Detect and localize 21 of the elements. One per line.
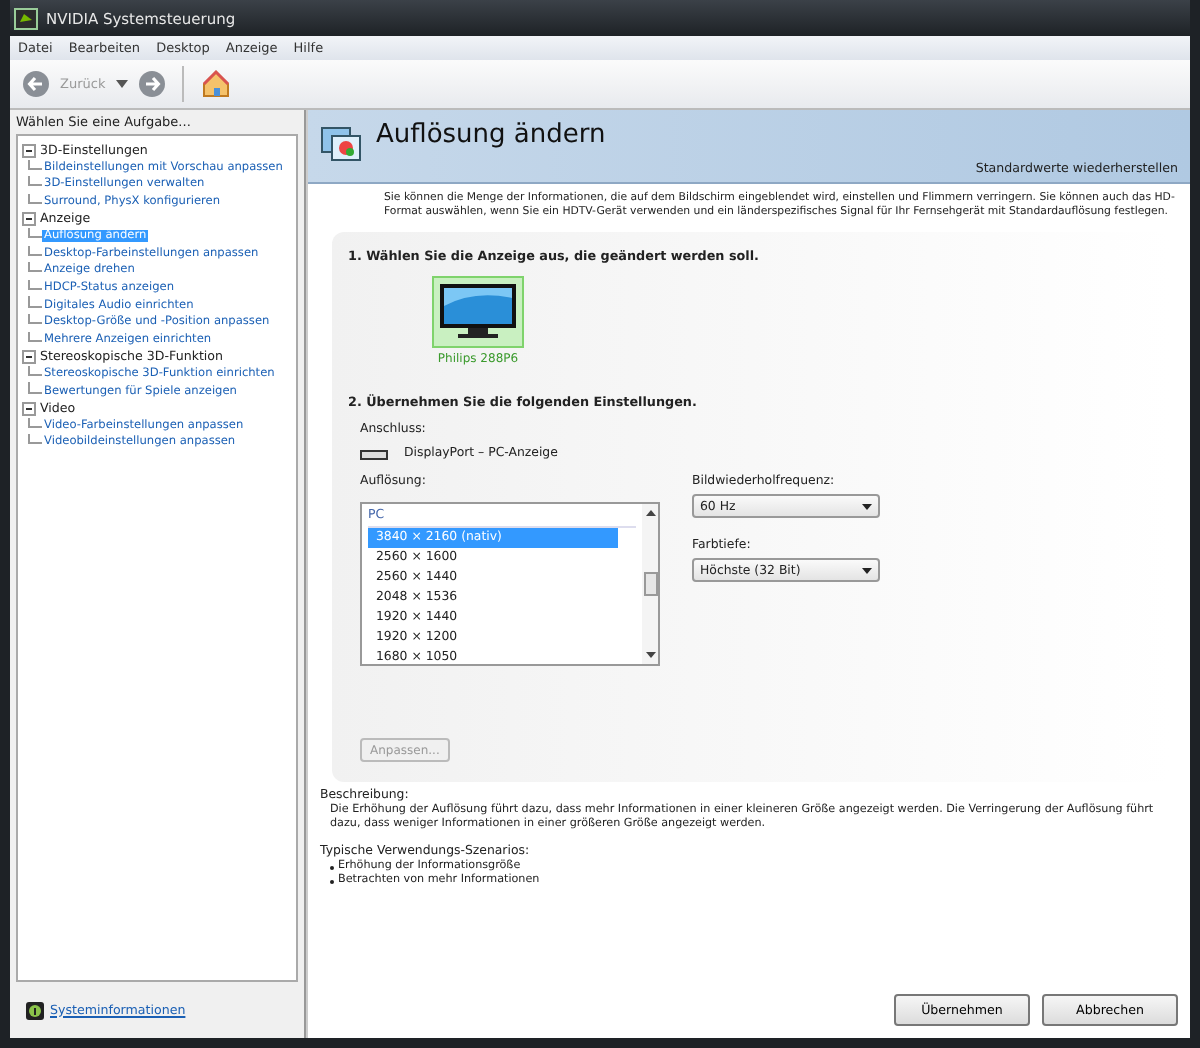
page-title: Auflösung ändern <box>376 120 606 150</box>
scrollbar[interactable] <box>642 504 658 664</box>
scroll-up-icon[interactable] <box>645 510 655 516</box>
monitor-icon <box>438 282 518 338</box>
scroll-thumb[interactable] <box>643 572 657 596</box>
caret-icon <box>862 567 872 573</box>
collapse-toggle-icon[interactable] <box>22 349 36 364</box>
scroll-down-icon[interactable] <box>645 652 655 658</box>
app-icon <box>14 7 38 29</box>
display-tile[interactable] <box>432 276 524 348</box>
collapse-toggle-icon[interactable] <box>22 401 36 416</box>
back-arrow-icon[interactable] <box>22 70 50 98</box>
collapse-toggle-icon[interactable] <box>22 143 36 158</box>
forward-arrow-icon[interactable] <box>137 70 166 98</box>
home-icon[interactable] <box>199 68 232 100</box>
info-icon <box>26 1001 44 1019</box>
caret-icon <box>862 503 872 509</box>
display-settings-icon <box>320 126 364 166</box>
dropdown-caret-icon[interactable] <box>115 80 128 88</box>
connector-icon <box>360 449 388 459</box>
collapse-toggle-icon[interactable] <box>22 212 36 227</box>
